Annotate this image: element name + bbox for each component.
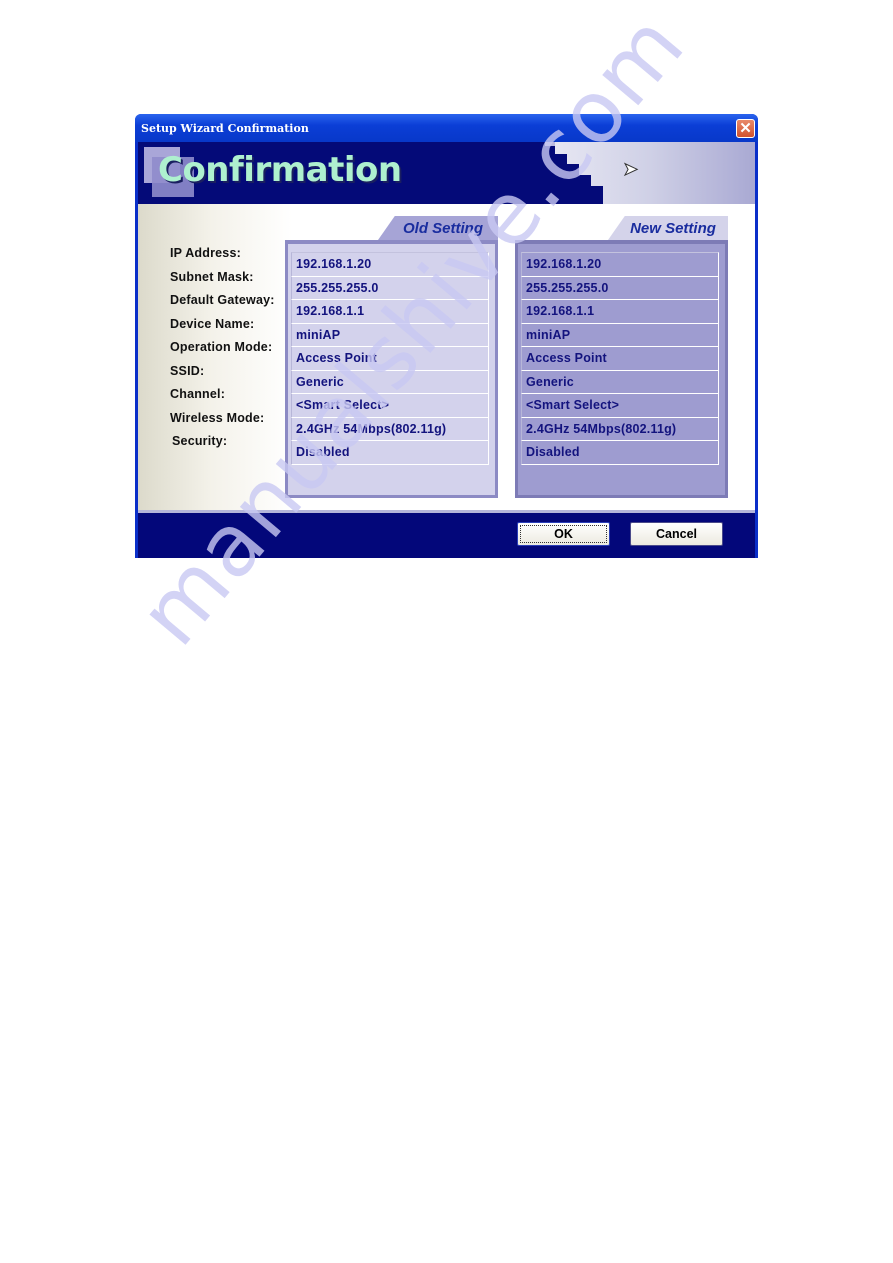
label-ip-address: IP Address: [170, 246, 241, 260]
new-ip-address: 192.168.1.20 [521, 252, 719, 277]
old-setting-values: 192.168.1.20 255.255.255.0 192.168.1.1 m… [285, 240, 498, 498]
new-operation-mode: Access Point [521, 347, 719, 371]
new-setting-tab: New Setting [608, 216, 728, 240]
new-wireless-mode: 2.4GHz 54Mbps(802.11g) [521, 417, 719, 441]
setup-wizard-dialog: Setup Wizard Confirmation ✕ Confirmation… [135, 114, 758, 558]
ok-button[interactable]: OK [517, 522, 610, 546]
title-bar[interactable]: Setup Wizard Confirmation ✕ [135, 114, 758, 142]
old-ip-address: 192.168.1.20 [291, 252, 489, 277]
new-ssid: Generic [521, 370, 719, 394]
label-security: Security: [172, 434, 228, 448]
cancel-button[interactable]: Cancel [630, 522, 723, 546]
old-channel: <Smart Select> [291, 394, 489, 418]
new-subnet-mask: 255.255.255.0 [521, 276, 719, 300]
old-setting-tab: Old Setting [378, 216, 498, 240]
window-title: Setup Wizard Confirmation [141, 121, 309, 135]
label-subnet-mask: Subnet Mask: [170, 269, 254, 284]
new-device-name: miniAP [521, 323, 719, 347]
label-ssid: SSID: [170, 363, 205, 378]
label-default-gateway: Default Gateway: [170, 293, 275, 307]
field-labels: IP Address: Subnet Mask: Default Gateway… [170, 246, 275, 458]
label-operation-mode: Operation Mode: [170, 340, 273, 354]
mouse-pointer-icon: ➤ [622, 159, 639, 180]
close-icon[interactable]: ✕ [736, 118, 755, 138]
new-setting-values: 192.168.1.20 255.255.255.0 192.168.1.1 m… [515, 240, 728, 498]
old-subnet-mask: 255.255.255.0 [291, 276, 489, 300]
settings-content: IP Address: Subnet Mask: Default Gateway… [138, 204, 755, 510]
old-wireless-mode: 2.4GHz 54Mbps(802.11g) [291, 417, 489, 441]
banner-gradient: ➤ [545, 142, 755, 204]
old-default-gateway: 192.168.1.1 [291, 300, 489, 324]
banner-title: Confirmation [158, 150, 402, 190]
header-banner: Confirmation ➤ [138, 142, 755, 204]
new-default-gateway: 192.168.1.1 [521, 300, 719, 324]
label-wireless-mode: Wireless Mode: [170, 410, 265, 425]
new-security: Disabled [521, 441, 719, 465]
new-setting-panel: New Setting 192.168.1.20 255.255.255.0 1… [515, 216, 728, 498]
old-setting-title: Old Setting [403, 219, 483, 237]
old-operation-mode: Access Point [291, 347, 489, 371]
label-channel: Channel: [170, 387, 226, 401]
label-device-name: Device Name: [170, 316, 255, 331]
old-security: Disabled [291, 441, 489, 465]
button-bar: OK Cancel [138, 510, 755, 558]
old-setting-panel: Old Setting 192.168.1.20 255.255.255.0 1… [285, 216, 498, 498]
new-setting-title: New Setting [630, 219, 716, 237]
new-channel: <Smart Select> [521, 394, 719, 418]
old-device-name: miniAP [291, 323, 489, 347]
old-ssid: Generic [291, 370, 489, 394]
